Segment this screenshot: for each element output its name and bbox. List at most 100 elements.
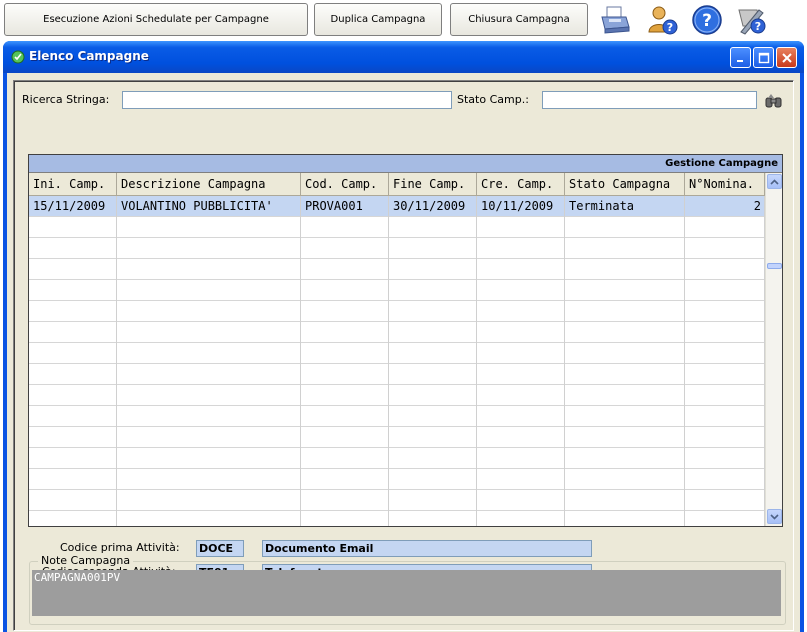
table-row[interactable] <box>29 490 765 511</box>
table-cell <box>477 490 565 511</box>
table-cell <box>117 280 301 301</box>
search-filter-button[interactable] <box>764 91 784 111</box>
table-cell <box>565 322 685 343</box>
scroll-thumb[interactable] <box>767 263 782 269</box>
campaign-notes-group: Note Campagna CAMPAGNA001PV <box>29 554 786 625</box>
table-cell <box>29 322 117 343</box>
column-header-state[interactable]: Stato Campagna <box>565 173 685 196</box>
table-cell <box>389 364 477 385</box>
table-cell <box>685 364 765 385</box>
minimize-button[interactable] <box>730 47 751 68</box>
table-cell <box>477 406 565 427</box>
scroll-down-button[interactable] <box>767 509 782 524</box>
help-icon[interactable]: ? <box>690 3 724 37</box>
table-cell <box>565 490 685 511</box>
table-row[interactable] <box>29 385 765 406</box>
svg-text:?: ? <box>755 20 761 33</box>
table-cell <box>685 301 765 322</box>
table-row[interactable] <box>29 322 765 343</box>
table-cell <box>565 238 685 259</box>
table-cell <box>389 217 477 238</box>
table-cell <box>301 427 389 448</box>
table-row[interactable] <box>29 469 765 490</box>
grid-vertical-scrollbar[interactable] <box>765 173 782 526</box>
table-row[interactable] <box>29 280 765 301</box>
table-row[interactable] <box>29 301 765 322</box>
table-cell <box>29 511 117 526</box>
table-row[interactable] <box>29 364 765 385</box>
column-header-start-date[interactable]: Ini. Camp. <box>29 173 117 196</box>
close-icon <box>781 52 792 63</box>
close-campaign-label: Chiusura Campagna <box>468 14 570 25</box>
table-cell <box>29 280 117 301</box>
campaign-notes-textarea[interactable]: CAMPAGNA001PV <box>32 570 781 616</box>
maximize-button[interactable] <box>753 47 774 68</box>
printer-icon[interactable] <box>598 3 632 37</box>
table-cell <box>29 385 117 406</box>
window-title: Elenco Campagne <box>29 49 149 63</box>
window-titlebar[interactable]: Elenco Campagne <box>3 41 804 73</box>
column-header-description[interactable]: Descrizione Campagna <box>117 173 301 196</box>
table-cell <box>117 511 301 526</box>
table-cell <box>117 238 301 259</box>
close-campaign-button[interactable]: Chiusura Campagna <box>450 3 588 36</box>
table-row[interactable] <box>29 511 765 526</box>
table-cell <box>389 385 477 406</box>
scheduled-actions-label: Esecuzione Azioni Schedulate per Campagn… <box>43 14 269 25</box>
window-client-area: Ricerca Stringa: Stato Camp.: Gestione C… <box>7 73 800 632</box>
table-row[interactable]: 15/11/2009 VOLANTINO PUBBLICITA' PROVA001 3… <box>29 196 765 217</box>
table-cell <box>29 259 117 280</box>
table-cell <box>389 343 477 364</box>
table-cell: 30/11/2009 <box>389 196 477 217</box>
table-cell <box>301 238 389 259</box>
table-cell <box>301 343 389 364</box>
table-row[interactable] <box>29 427 765 448</box>
table-cell <box>477 259 565 280</box>
table-cell <box>117 385 301 406</box>
table-row[interactable] <box>29 448 765 469</box>
table-cell <box>301 385 389 406</box>
column-header-end-date[interactable]: Fine Camp. <box>389 173 477 196</box>
first-activity-code[interactable]: DOCE <box>196 540 244 557</box>
table-cell <box>117 259 301 280</box>
close-button[interactable] <box>776 47 797 68</box>
table-cell <box>29 490 117 511</box>
scheduled-actions-button[interactable]: Esecuzione Azioni Schedulate per Campagn… <box>4 3 308 36</box>
binoculars-icon <box>765 94 782 108</box>
table-row[interactable] <box>29 238 765 259</box>
table-row[interactable] <box>29 259 765 280</box>
table-cell <box>685 406 765 427</box>
grid-caption: Gestione Campagne <box>29 155 782 173</box>
table-cell <box>565 217 685 238</box>
table-cell <box>565 301 685 322</box>
table-cell <box>685 469 765 490</box>
edit-help-icon[interactable]: ? <box>734 3 768 37</box>
table-cell <box>389 322 477 343</box>
campaign-state-input[interactable] <box>542 91 757 109</box>
table-cell <box>477 427 565 448</box>
table-cell <box>477 301 565 322</box>
main-panel: Ricerca Stringa: Stato Camp.: Gestione C… <box>13 80 794 631</box>
table-cell <box>685 448 765 469</box>
table-cell <box>389 280 477 301</box>
table-cell <box>301 490 389 511</box>
table-cell <box>29 364 117 385</box>
top-toolbar: Esecuzione Azioni Schedulate per Campagn… <box>0 0 807 42</box>
table-row[interactable] <box>29 406 765 427</box>
table-cell <box>117 448 301 469</box>
scroll-up-button[interactable] <box>767 174 782 189</box>
column-header-nominations[interactable]: N°Nomina. <box>685 173 765 196</box>
table-cell <box>565 364 685 385</box>
table-cell <box>301 280 389 301</box>
duplicate-campaign-button[interactable]: Duplica Campagna <box>314 3 442 36</box>
user-help-icon[interactable]: ? <box>646 3 680 37</box>
table-row[interactable] <box>29 343 765 364</box>
column-header-code[interactable]: Cod. Camp. <box>301 173 389 196</box>
table-row[interactable] <box>29 217 765 238</box>
table-cell <box>29 238 117 259</box>
column-header-created-date[interactable]: Cre. Camp. <box>477 173 565 196</box>
table-cell <box>117 406 301 427</box>
search-string-input[interactable] <box>122 91 452 109</box>
table-cell <box>477 238 565 259</box>
table-cell <box>29 301 117 322</box>
